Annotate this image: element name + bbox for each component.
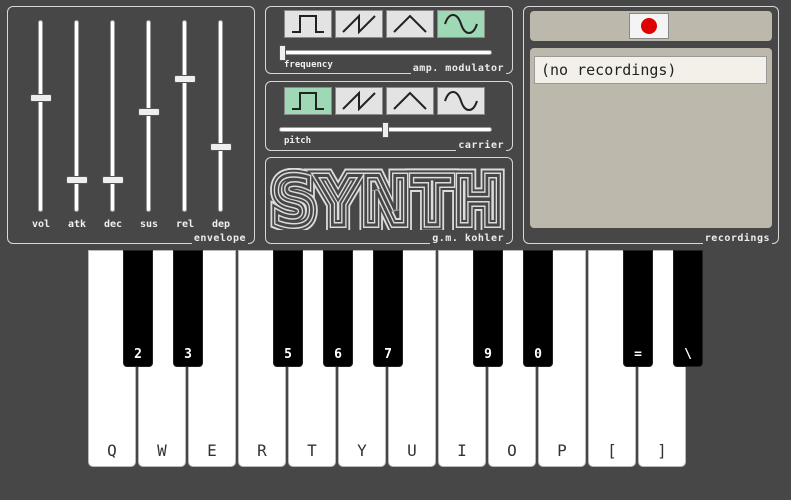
envelope-slider-atk[interactable] (66, 20, 88, 212)
synth-logo-inner-3: SYNTH (272, 168, 504, 230)
slider-thumb[interactable] (66, 176, 88, 184)
carrier-triangle-wave-button[interactable] (386, 87, 434, 115)
slider-track (146, 20, 151, 212)
slider-thumb[interactable] (174, 75, 196, 83)
frequency-slider[interactable] (279, 45, 492, 61)
envelope-slider-rel[interactable] (174, 20, 196, 212)
pitch-label: pitch (284, 136, 312, 146)
key-label: E (207, 441, 217, 460)
key-label: 0 (534, 347, 542, 362)
envelope-slider-label: dec (103, 219, 123, 230)
slider-track (218, 20, 223, 212)
envelope-slider-label: sus (139, 219, 159, 230)
envelope-slider-label: dep (211, 219, 231, 230)
envelope-label: envelope (191, 233, 248, 244)
amp-modulator-sawtooth-wave-button[interactable] (335, 10, 383, 38)
key-label: W (157, 441, 167, 460)
slider-track (38, 20, 43, 212)
black-key[interactable]: 3 (173, 250, 203, 367)
key-label: 2 (134, 347, 142, 362)
black-key[interactable]: 7 (373, 250, 403, 367)
slider-track (182, 20, 187, 212)
credit-label: g.m. kohler (430, 233, 506, 244)
black-key[interactable]: \ (673, 250, 703, 367)
key-label: = (634, 347, 642, 362)
black-key[interactable]: = (623, 250, 653, 367)
amp-modulator-sine-wave-button[interactable] (437, 10, 485, 38)
amp-modulator-square-wave-button[interactable] (284, 10, 332, 38)
envelope-slider-label: atk (67, 219, 87, 230)
slider-thumb[interactable] (210, 143, 232, 151)
square-wave-icon (292, 92, 324, 110)
carrier-label: carrier (456, 140, 506, 151)
key-label: 9 (484, 347, 492, 362)
record-icon (641, 18, 657, 34)
black-key[interactable]: 9 (473, 250, 503, 367)
synth-logo: SYNTH SYNTH SYNTH SYNTH (270, 168, 510, 230)
key-label: 3 (184, 347, 192, 362)
carrier-square-wave-button[interactable] (284, 87, 332, 115)
triangle-wave-icon (393, 91, 427, 110)
sawtooth-wave-icon (342, 13, 376, 35)
envelope-slider-label: rel (175, 219, 195, 230)
key-label: P (557, 441, 567, 460)
envelope-slider-sus[interactable] (138, 20, 160, 212)
frequency-slider-track (279, 50, 492, 55)
amp-modulator-label: amp. modulator (410, 63, 506, 74)
triangle-wave-icon (393, 14, 427, 33)
key-label: 5 (284, 347, 292, 362)
black-key[interactable]: 2 (123, 250, 153, 367)
envelope-slider-label: vol (31, 219, 51, 230)
sine-wave-icon (444, 14, 478, 34)
sine-wave-icon (444, 91, 478, 111)
slider-thumb[interactable] (102, 176, 124, 184)
envelope-slider-dep[interactable] (210, 20, 232, 212)
key-label: Y (357, 441, 367, 460)
key-label: I (457, 441, 467, 460)
key-label: ] (657, 441, 667, 460)
black-key[interactable]: 5 (273, 250, 303, 367)
key-label: 7 (384, 347, 392, 362)
black-key[interactable]: 0 (523, 250, 553, 367)
pitch-slider[interactable] (279, 122, 492, 138)
envelope-slider-dec[interactable] (102, 20, 124, 212)
recordings-label: recordings (702, 233, 772, 244)
sawtooth-wave-icon (342, 90, 376, 112)
pitch-slider-thumb[interactable] (382, 122, 389, 138)
recording-list-item: (no recordings) (534, 56, 767, 84)
square-wave-icon (292, 15, 324, 33)
record-button[interactable] (629, 13, 669, 39)
carrier-wave-buttons (284, 87, 485, 115)
carrier-sawtooth-wave-button[interactable] (335, 87, 383, 115)
key-label: \ (684, 347, 692, 362)
key-label: U (407, 441, 417, 460)
amp-modulator-triangle-wave-button[interactable] (386, 10, 434, 38)
carrier-sine-wave-button[interactable] (437, 87, 485, 115)
black-key[interactable]: 6 (323, 250, 353, 367)
key-label: R (257, 441, 267, 460)
slider-thumb[interactable] (30, 94, 52, 102)
key-label: Q (107, 441, 117, 460)
key-label: O (507, 441, 517, 460)
frequency-slider-thumb[interactable] (279, 45, 286, 61)
envelope-slider-vol[interactable] (30, 20, 52, 212)
key-label: 6 (334, 347, 342, 362)
key-label: T (307, 441, 317, 460)
amp-modulator-wave-buttons (284, 10, 485, 38)
slider-thumb[interactable] (138, 108, 160, 116)
key-label: [ (607, 441, 617, 460)
frequency-label: frequency (284, 60, 333, 70)
